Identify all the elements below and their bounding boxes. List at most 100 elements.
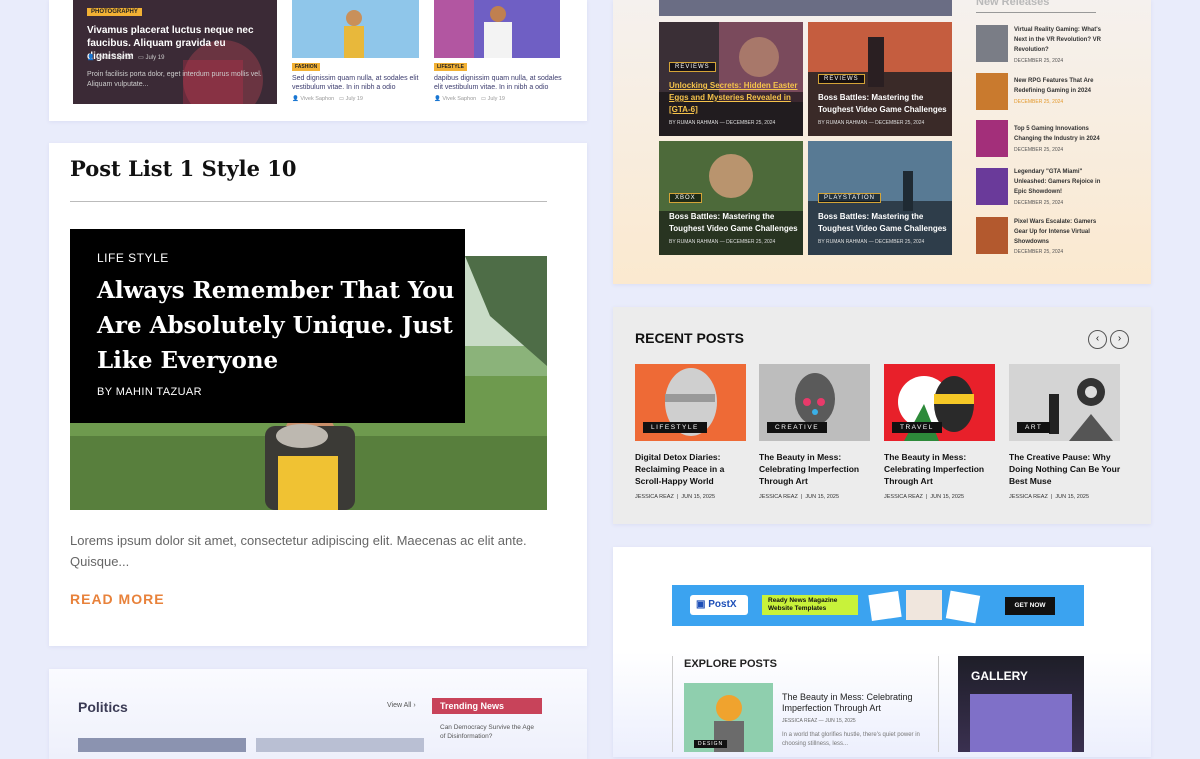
recent-post-title[interactable]: The Beauty in Mess: Celebrating Imperfec… — [759, 451, 877, 487]
release-date: DECEMBER 25, 2024 — [1014, 249, 1064, 255]
card-title[interactable]: dapibus dignissim quam nulla, at sodales… — [434, 74, 562, 92]
author-icon: 👤 — [87, 55, 95, 61]
recent-post-author[interactable]: JESSICA REAZ — [635, 494, 674, 500]
game-tag[interactable]: PLAYSTATION — [818, 193, 882, 203]
postx-logo: ▣ PostX — [690, 595, 748, 615]
featured-meta: 👤 Vivek Saphon ▭ July 19 — [87, 54, 164, 61]
card-date: July 19 — [345, 96, 363, 102]
game-title[interactable]: Boss Battles: Mastering the Toughest Vid… — [818, 92, 948, 116]
release-thumb[interactable] — [976, 217, 1008, 254]
recent-post-date: JUN 15, 2025 — [930, 494, 965, 500]
recent-post-image[interactable]: TRAVEL — [884, 364, 995, 441]
gallery-heading: GALLERY — [971, 669, 1028, 683]
release-date: DECEMBER 25, 2024 — [1014, 58, 1064, 64]
template-preview — [906, 590, 942, 620]
card-author: Vivek Saphon — [300, 96, 335, 102]
release-title[interactable]: Virtual Reality Gaming: What's Next in t… — [1014, 25, 1104, 55]
recent-post-meta: JESSICA REAZ | JUN 15, 2025 — [635, 494, 716, 500]
recent-post-date: JUN 15, 2025 — [805, 494, 840, 500]
recent-post-title[interactable]: The Beauty in Mess: Celebrating Imperfec… — [884, 451, 1002, 487]
explore-posts-heading: EXPLORE POSTS — [684, 658, 777, 670]
explore-post-excerpt: In a world that glorifies hustle, there'… — [782, 732, 920, 747]
featured-author: Vivek Saphon — [96, 55, 134, 61]
author-icon: 👤 — [292, 96, 299, 102]
recent-posts-heading: RECENT POSTS — [635, 330, 744, 346]
postx-banner[interactable]: ▣ PostX Ready News Magazine Website Temp… — [672, 585, 1084, 626]
game-meta: BY RUMAN RAHMAN — DECEMBER 25, 2024 — [669, 120, 776, 126]
featured-tag[interactable]: PHOTOGRAPHY — [87, 8, 142, 16]
explore-post-title[interactable]: The Beauty in Mess: Celebrating Imperfec… — [782, 692, 932, 714]
recent-post-author[interactable]: JESSICA REAZ — [759, 494, 798, 500]
game-title[interactable]: Boss Battles: Mastering the Toughest Vid… — [818, 211, 948, 235]
game-tag[interactable]: XBOX — [669, 193, 702, 203]
release-title[interactable]: New RPG Features That Are Redefining Gam… — [1014, 76, 1104, 96]
recent-post-author[interactable]: JESSICA REAZ — [884, 494, 923, 500]
recent-post-tag[interactable]: TRAVEL — [892, 422, 942, 433]
post-title[interactable]: Always Remember That You Are Absolutely … — [97, 273, 457, 378]
card-image[interactable] — [434, 0, 560, 58]
recent-post-meta: JESSICA REAZ | JUN 15, 2025 — [1009, 494, 1090, 500]
recent-post-title[interactable]: Digital Detox Diaries: Reclaiming Peace … — [635, 451, 753, 487]
game-tag[interactable]: REVIEWS — [669, 62, 716, 72]
explore-post-meta: JESSICA REAZ — JUN 15, 2025 — [782, 718, 856, 724]
game-tag[interactable]: REVIEWS — [818, 74, 865, 84]
calendar-icon: ▭ — [338, 96, 345, 102]
template-preview — [868, 591, 902, 621]
release-date: DECEMBER 25, 2024 — [1014, 200, 1064, 206]
recent-post-date: JUN 15, 2025 — [1055, 494, 1090, 500]
recent-post-image[interactable]: CREATIVE — [759, 364, 870, 441]
recent-post-tag[interactable]: CREATIVE — [767, 422, 828, 433]
politics-image[interactable] — [78, 738, 246, 752]
recent-post-meta: JESSICA REAZ | JUN 15, 2025 — [884, 494, 965, 500]
calendar-icon: ▭ — [138, 55, 144, 61]
release-thumb[interactable] — [976, 73, 1008, 110]
prev-arrow-icon[interactable]: ‹ — [1088, 330, 1107, 349]
recent-post-image[interactable]: ART — [1009, 364, 1120, 441]
recent-post-tag[interactable]: ART — [1017, 422, 1051, 433]
politics-image[interactable] — [256, 738, 424, 752]
release-date: DECEMBER 25, 2024 — [1014, 99, 1064, 105]
gaming-top-strip — [659, 0, 952, 16]
read-more-link[interactable]: READ MORE — [70, 591, 165, 607]
card-tag[interactable]: LIFESTYLE — [434, 63, 467, 71]
recent-post-image[interactable]: LIFESTYLE — [635, 364, 746, 441]
post-category[interactable]: LIFE STYLE — [97, 251, 169, 265]
recent-post-date: JUN 15, 2025 — [681, 494, 716, 500]
release-title[interactable]: Legendary "GTA Miami" Unleashed: Gamers … — [1014, 167, 1104, 197]
game-tile[interactable]: REVIEWS Unlocking Secrets: Hidden Easter… — [659, 22, 803, 136]
game-tile[interactable]: REVIEWS Boss Battles: Mastering the Toug… — [808, 22, 952, 136]
game-title[interactable]: Unlocking Secrets: Hidden Easter Eggs an… — [669, 80, 799, 116]
post-byline[interactable]: BY MAHIN TAZUAR — [97, 386, 202, 398]
author-icon: 👤 — [434, 96, 441, 102]
game-title[interactable]: Boss Battles: Mastering the Toughest Vid… — [669, 211, 799, 235]
featured-post[interactable]: PHOTOGRAPHY Vivamus placerat luctus nequ… — [73, 0, 277, 104]
game-tile[interactable]: XBOX Boss Battles: Mastering the Toughes… — [659, 141, 803, 255]
release-thumb[interactable] — [976, 168, 1008, 205]
game-meta: BY RUMAN RAHMAN — DECEMBER 25, 2024 — [818, 239, 925, 245]
card-tag[interactable]: FASHION — [292, 63, 321, 71]
gallery-image[interactable] — [970, 694, 1072, 752]
explore-post-tag[interactable]: DESIGN — [694, 740, 728, 748]
explore-post-image[interactable]: DESIGN — [684, 683, 773, 752]
view-all-link[interactable]: View All › — [387, 702, 416, 709]
divider — [672, 656, 673, 752]
featured-excerpt: Proin facilisis porta dolor, eget interd… — [87, 71, 262, 88]
game-tile[interactable]: PLAYSTATION Boss Battles: Mastering the … — [808, 141, 952, 255]
recent-post-title[interactable]: The Creative Pause: Why Doing Nothing Ca… — [1009, 451, 1127, 487]
release-thumb[interactable] — [976, 25, 1008, 62]
recent-post-author[interactable]: JESSICA REAZ — [1009, 494, 1048, 500]
card-author: Vivek Saphon — [442, 96, 477, 102]
card-image[interactable] — [292, 0, 419, 58]
postx-logo-text: PostX — [708, 599, 737, 610]
release-title[interactable]: Top 5 Gaming Innovations Changing the In… — [1014, 124, 1104, 144]
gallery-widget[interactable]: GALLERY — [958, 656, 1084, 752]
release-title[interactable]: Pixel Wars Escalate: Gamers Gear Up for … — [1014, 217, 1104, 247]
trending-item[interactable]: Can Democracy Survive the Age of Disinfo… — [440, 723, 540, 741]
next-arrow-icon[interactable]: › — [1110, 330, 1129, 349]
release-thumb[interactable] — [976, 120, 1008, 157]
get-now-button[interactable]: GET NOW — [1005, 597, 1055, 615]
recent-post-tag[interactable]: LIFESTYLE — [643, 422, 707, 433]
calendar-icon: ▭ — [480, 96, 487, 102]
game-meta: BY RUMAN RAHMAN — DECEMBER 25, 2024 — [818, 120, 925, 126]
card-title[interactable]: Sed dignissim quam nulla, at sodales eli… — [292, 74, 420, 92]
